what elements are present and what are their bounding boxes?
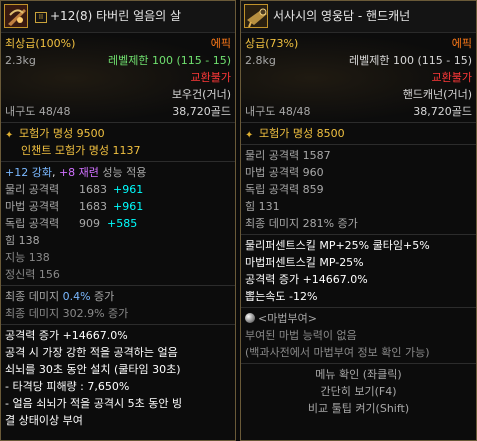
option-section: 공격력 증가 +14667.0% 공격 시 가장 강한 적을 공격하는 얼음 쇠… <box>1 324 235 431</box>
stat-row: 독립 공격력 909 +585 <box>5 217 138 230</box>
item-price: 38,720골드 <box>413 105 472 118</box>
item-grade: 최상급(100%) <box>5 37 76 50</box>
stats-section: +12 강화, +8 재련 성능 적용 물리 공격력 1683 +961 마법 공… <box>1 161 235 285</box>
handcannon-item-icon <box>244 4 268 28</box>
stat-row: 독립 공격력 859 <box>245 183 324 196</box>
medal-icon: ✦ <box>245 130 254 141</box>
int-stat: 지능 138 <box>5 251 50 264</box>
level-limit: 레벨제한 100 (115 - 15) <box>348 54 472 67</box>
medal-icon: ✦ <box>5 130 14 141</box>
stat-row: 힘 131 <box>245 200 280 213</box>
adventurer-fame: 모험가 명성 9500 <box>19 127 105 140</box>
left-item-tooltip: II +12(8) 타버린 얼음의 살 최상급(100%) 에픽 2.3kg 레벨제한… <box>0 0 236 441</box>
basic-info-section: 상급(73%) 에픽 2.8kg 레벨제한 100 (115 - 15) 교환불가 … <box>241 33 476 122</box>
magic-seal-desc: 부여된 마법 능력이 없음 <box>245 329 357 342</box>
lock-icon: II <box>35 12 47 23</box>
menu-section: 메뉴 확인 (좌클릭) 간단히 보기(F4) 비교 툴팁 켜기(Shift) <box>241 363 476 419</box>
trade-status: 교환불가 <box>431 71 472 84</box>
stats-section: 물리 공격력 1587 마법 공격력 960 독립 공격력 859 힘 131 … <box>241 144 476 234</box>
enhance-line: +12 강화, +8 재련 성능 적용 <box>5 166 147 179</box>
right-item-tooltip: 서사시의 영웅담 - 핸드캐넌 상급(73%) 에픽 2.8kg 레벨제한 100 … <box>240 0 477 441</box>
final-damage: 최종 데미지 302.9% 증가 <box>5 307 129 320</box>
item-weight: 2.8kg <box>245 54 276 67</box>
item-type: 보우건(거너) <box>171 88 231 101</box>
spirit-stat: 정신력 156 <box>5 268 60 281</box>
durability: 내구도 48/48 <box>5 105 71 118</box>
stat-row: 마법 공격력 960 <box>245 166 324 179</box>
level-limit: 레벨제한 100 (115 - 15) <box>107 54 231 67</box>
trade-status: 교환불가 <box>190 71 231 84</box>
item-rarity: 에픽 <box>210 37 231 50</box>
item-weight: 2.3kg <box>5 54 36 67</box>
item-title: II +12(8) 타버린 얼음의 살 <box>35 8 181 24</box>
right-tooltip-header: 서사시의 영웅담 - 핸드캐넌 <box>241 1 476 33</box>
stat-row: 물리 공격력 1683 +961 <box>5 183 144 196</box>
magic-seal-title: <마법부여> <box>258 312 317 325</box>
stat-row: 마법 공격력 1683 +961 <box>5 200 144 213</box>
option-section: 물리퍼센트스킬 MP+25% 쿨타임+5% 마법퍼센트스킬 MP-25% 공격력… <box>241 234 476 307</box>
stat-row: 물리 공격력 1587 <box>245 149 331 162</box>
magic-seal-hint: (백과사전에서 마법부여 정보 확인 가능) <box>245 346 430 359</box>
fame-section: ✦ 모험가 명성 9500 인챈트 모험가 명성 1137 <box>1 122 235 161</box>
compare-tooltip-item[interactable]: 비교 툴팁 켜기(Shift) <box>245 400 472 417</box>
final-damage-section: 최종 데미지 0.4% 증가 최종 데미지 302.9% 증가 <box>1 285 235 324</box>
fame-section: ✦ 모험가 명성 8500 <box>241 122 476 144</box>
magic-seal-section: <마법부여> 부여된 마법 능력이 없음 (백과사전에서 마법부여 정보 확인 … <box>241 307 476 363</box>
item-grade: 상급(73%) <box>245 37 299 50</box>
magic-orb-icon <box>245 313 255 323</box>
basic-info-section: 최상급(100%) 에픽 2.3kg 레벨제한 100 (115 - 15) 교환불… <box>1 33 235 122</box>
final-damage: 최종 데미지 281% 증가 <box>245 217 358 230</box>
durability: 내구도 48/48 <box>245 105 311 118</box>
item-type: 핸드캐넌(거너) <box>402 88 472 101</box>
item-rarity: 에픽 <box>451 37 472 50</box>
bowgun-item-icon <box>4 4 28 28</box>
str-stat: 힘 138 <box>5 234 40 247</box>
item-price: 38,720골드 <box>172 105 231 118</box>
adventurer-fame: 모험가 명성 8500 <box>259 127 345 140</box>
enchant-fame: 인챈트 모험가 명성 1137 <box>21 144 141 157</box>
simple-view-item[interactable]: 간단히 보기(F4) <box>245 383 472 400</box>
item-title: 서사시의 영웅담 - 핸드캐넌 <box>273 9 411 23</box>
left-tooltip-header: II +12(8) 타버린 얼음의 살 <box>1 1 235 33</box>
menu-open-item[interactable]: 메뉴 확인 (좌클릭) <box>245 366 472 383</box>
